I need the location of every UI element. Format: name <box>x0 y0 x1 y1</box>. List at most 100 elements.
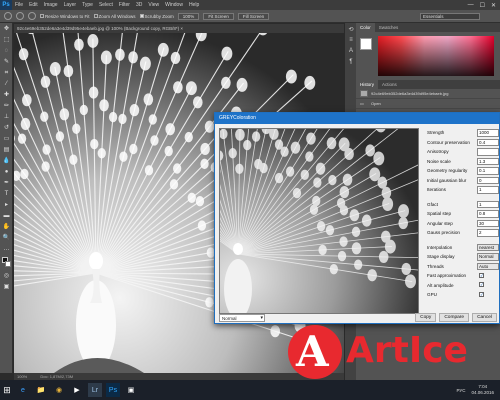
workspace-select[interactable]: Essentials <box>420 12 480 20</box>
menu-file[interactable]: File <box>12 2 26 8</box>
background-color-swatch[interactable] <box>5 261 11 267</box>
menu-filter[interactable]: Filter <box>116 2 133 8</box>
preview-mode-select[interactable]: Normal <box>219 314 265 322</box>
menu-type[interactable]: Type <box>79 2 96 8</box>
fill-screen-button[interactable]: Fill Screen <box>237 12 270 20</box>
shape-tool-icon[interactable]: ▬ <box>2 212 11 221</box>
zoom-all-windows-checkbox[interactable]: Zoom All Windows <box>93 14 136 19</box>
app-window-icon[interactable]: ▣ <box>124 383 138 397</box>
color-panel <box>356 32 500 80</box>
properties-panel-icon[interactable]: ≡ <box>347 37 355 45</box>
resize-windows-checkbox[interactable]: Resize Windows to Fit <box>40 14 90 19</box>
strength-input[interactable]: 1000 <box>477 129 499 137</box>
history-panel-tabs: History Actions <box>356 80 500 89</box>
zoom-tool-icon[interactable]: 🔍 <box>2 234 11 243</box>
copy-button[interactable]: Copy <box>415 313 437 322</box>
type-tool-icon[interactable]: T <box>2 190 11 199</box>
media-icon[interactable]: ▶ <box>70 383 84 397</box>
watermark-mark: A <box>296 327 329 376</box>
character-panel-icon[interactable]: A <box>347 48 355 56</box>
start-button[interactable]: ⊞ <box>0 380 14 400</box>
more-tools-icon[interactable]: … <box>2 245 11 254</box>
hand-tool-icon[interactable]: ✋ <box>2 223 11 232</box>
angular-step-input[interactable]: 30 <box>477 219 499 227</box>
crop-tool-icon[interactable]: ⌗ <box>2 69 11 78</box>
photoshop-taskbar-icon[interactable]: Ps <box>106 383 120 397</box>
maximize-icon[interactable]: ☐ <box>480 2 485 9</box>
fast-approx-checkbox[interactable]: ✓ <box>479 272 484 278</box>
language-indicator[interactable]: РУС <box>456 388 465 393</box>
tab-actions[interactable]: Actions <box>378 80 401 89</box>
menu-3d[interactable]: 3D <box>133 2 145 8</box>
explorer-icon[interactable]: 📁 <box>34 383 48 397</box>
color-spectrum[interactable] <box>378 36 494 76</box>
minimize-icon[interactable]: — <box>468 2 474 9</box>
color-panel-swatch[interactable] <box>360 38 372 50</box>
tab-swatches[interactable]: Swatches <box>375 23 403 32</box>
threads-select[interactable]: Auto <box>477 262 499 270</box>
history-snapshot[interactable]: 92c4e69eb352de6a3e4d39d95e4ebaeb.jpg <box>356 89 500 99</box>
gradient-tool-icon[interactable]: ▤ <box>2 146 11 155</box>
cancel-button[interactable]: Cancel <box>472 313 497 322</box>
stamp-tool-icon[interactable]: ⊥ <box>2 113 11 122</box>
menu-view[interactable]: View <box>145 2 162 8</box>
history-step-open[interactable]: ▭ Open <box>356 99 500 109</box>
clock[interactable]: 7:04 04.06.2016 <box>471 384 494 396</box>
contour-input[interactable]: 0.4 <box>477 138 499 146</box>
grey-coloration-dialog: GREYColoration Normal Strength1000 <box>214 112 500 324</box>
dodge-tool-icon[interactable]: ● <box>2 168 11 177</box>
move-tool-icon[interactable]: ✥ <box>2 25 11 34</box>
lightroom-icon[interactable]: Lr <box>88 383 102 397</box>
stage-display-select[interactable]: Normal <box>477 253 499 261</box>
dialog-preview[interactable] <box>219 128 419 314</box>
iterations-input[interactable]: 1 <box>477 186 499 194</box>
lasso-tool-icon[interactable]: ◌ <box>2 47 11 56</box>
chrome-icon[interactable]: ◉ <box>52 383 66 397</box>
menu-select[interactable]: Select <box>96 2 116 8</box>
quick-select-tool-icon[interactable]: ✎ <box>2 58 11 67</box>
history-panel-icon[interactable]: ⟲ <box>347 26 355 34</box>
menu-image[interactable]: Image <box>41 2 61 8</box>
marquee-tool-icon[interactable]: ⬚ <box>2 36 11 45</box>
zoom-in-icon[interactable] <box>16 12 24 20</box>
zoom-tool-icon[interactable] <box>4 12 12 20</box>
quick-mask-icon[interactable]: ◎ <box>2 272 11 281</box>
noise-scale-input[interactable]: 1.3 <box>477 157 499 165</box>
document-tab[interactable]: 92c4e69eb352de6a3e4d39d95e4ebaeb.jpg @ 1… <box>14 24 344 33</box>
gpu-checkbox[interactable]: ✓ <box>479 291 484 297</box>
compare-button[interactable]: Compare <box>439 313 470 322</box>
gauss-precision-input[interactable]: 2 <box>477 229 499 237</box>
gaussian-blur-input[interactable]: 0 <box>477 176 499 184</box>
brush-tool-icon[interactable]: ✏ <box>2 102 11 111</box>
menu-layer[interactable]: Layer <box>61 2 80 8</box>
history-brush-icon[interactable]: ↺ <box>2 124 11 133</box>
path-select-icon[interactable]: ▸ <box>2 201 11 210</box>
blur-tool-icon[interactable]: 💧 <box>2 157 11 166</box>
tab-history[interactable]: History <box>356 80 379 89</box>
eyedropper-tool-icon[interactable]: ⁄ <box>2 80 11 89</box>
healing-tool-icon[interactable]: ✚ <box>2 91 11 100</box>
menu-edit[interactable]: Edit <box>26 2 41 8</box>
screen-mode-icon[interactable]: ▣ <box>2 283 11 292</box>
pen-tool-icon[interactable]: ✒ <box>2 179 11 188</box>
close-icon[interactable]: ✕ <box>491 2 496 9</box>
anisotropy-input[interactable] <box>477 148 499 156</box>
edge-icon[interactable]: e <box>16 383 30 397</box>
eraser-tool-icon[interactable]: ▭ <box>2 135 11 144</box>
zoom-100-button[interactable]: 100% <box>177 12 200 20</box>
spatial-step-input[interactable]: 0.8 <box>477 210 499 218</box>
param-fast-approx: Fast approximation ✓ <box>427 272 484 278</box>
fit-screen-button[interactable]: Fit Screen <box>203 12 234 20</box>
color-swatches[interactable] <box>0 256 12 270</box>
menu-help[interactable]: Help <box>186 2 202 8</box>
parameters-panel: Strength 1000 Contour preservation 0.4 Ani… <box>425 128 500 300</box>
gfact-input[interactable]: 1 <box>477 200 499 208</box>
interpolation-select[interactable]: nearest <box>477 243 499 251</box>
paragraph-panel-icon[interactable]: ¶ <box>347 59 355 67</box>
alt-amplitude-checkbox[interactable]: ✓ <box>479 282 484 287</box>
scrubby-zoom-checkbox[interactable]: Scrubby Zoom <box>139 14 174 19</box>
zoom-out-icon[interactable] <box>28 12 36 20</box>
tab-color[interactable]: Color <box>356 23 375 32</box>
menu-window[interactable]: Window <box>162 2 186 8</box>
geometry-input[interactable]: 0.1 <box>477 167 499 175</box>
